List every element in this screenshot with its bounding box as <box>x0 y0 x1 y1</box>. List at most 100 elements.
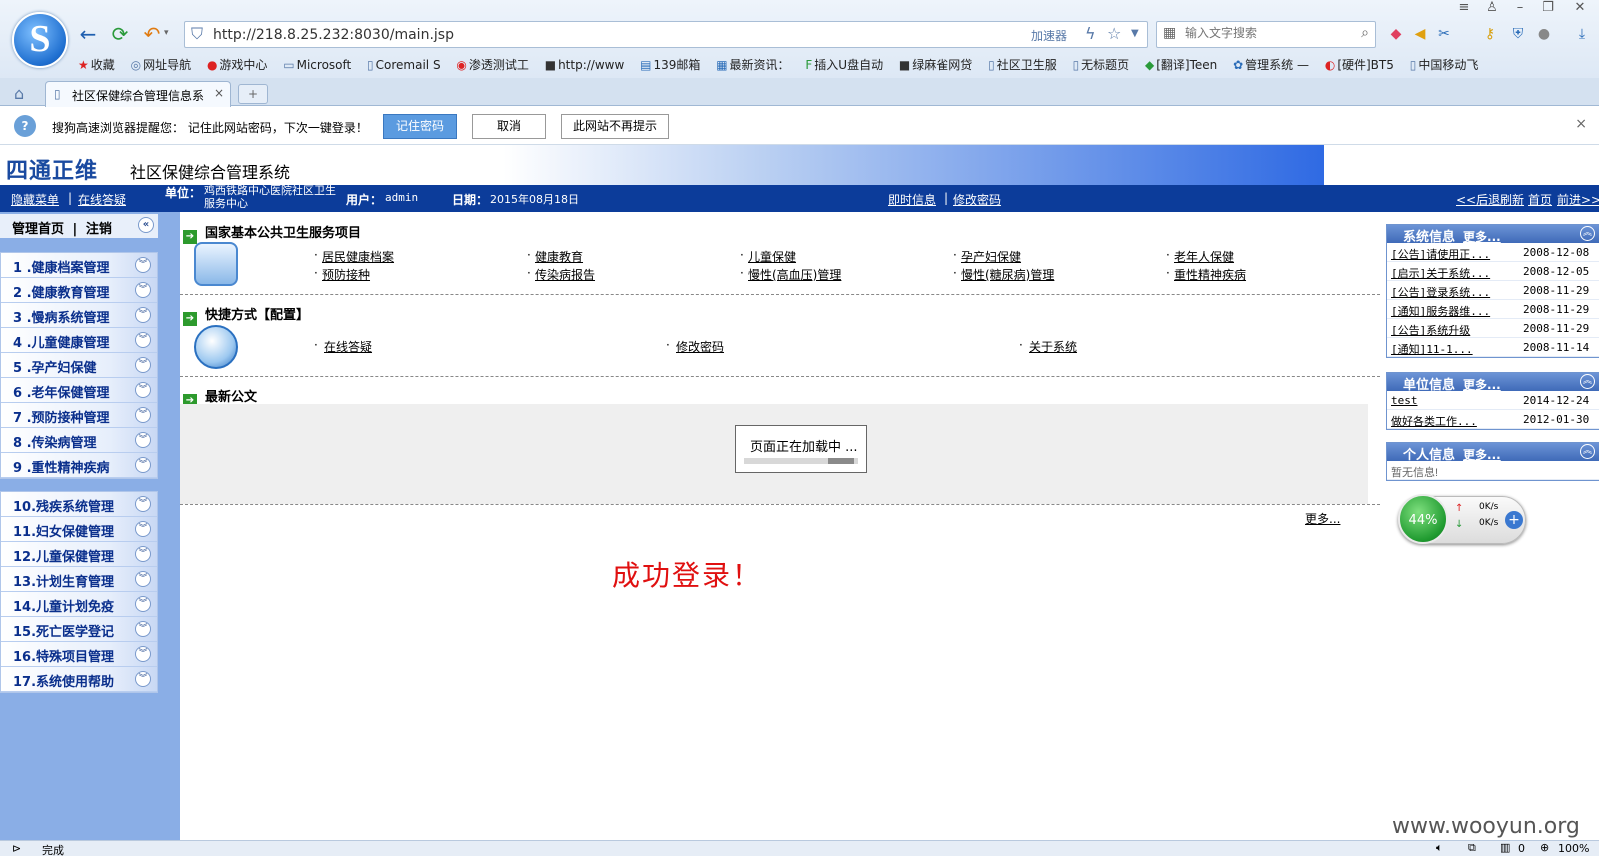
restore-icon[interactable]: ❐ <box>1534 0 1562 18</box>
url-text[interactable]: http://218.8.25.232:8030/main.jsp <box>213 27 454 43</box>
list-item[interactable]: [通知]服务器维... 2008-11-29 <box>1387 300 1599 319</box>
minimize-icon[interactable]: – <box>1506 0 1534 18</box>
change-password-link[interactable]: 修改密码 <box>953 191 1001 208</box>
service-hypertension-link[interactable]: 慢性(高血压)管理 <box>748 266 841 283</box>
shortcut-online-qa-link[interactable]: 在线答疑 <box>324 338 372 355</box>
home-menu-link[interactable]: 管理首页 <box>12 222 64 237</box>
logout-link[interactable]: 注销 <box>86 222 112 237</box>
lightning-icon[interactable]: ϟ <box>1085 24 1096 43</box>
service-child-care-link[interactable]: 儿童保健 <box>748 248 796 265</box>
never-remind-button[interactable]: 此网站不再提示 <box>561 114 669 139</box>
collapse-panel-icon[interactable]: ︽ <box>1580 444 1595 459</box>
download-icon[interactable]: ⤓ <box>1572 24 1592 44</box>
search-box[interactable]: ▦ ⌕ <box>1156 21 1376 48</box>
bookmark-item[interactable]: ▭ Microsoft <box>283 58 351 72</box>
key-icon[interactable]: ⚷ <box>1480 24 1500 44</box>
expand-widget-icon[interactable]: + <box>1505 511 1523 529</box>
list-item[interactable]: [通知]11-1... 2008-11-14 <box>1387 338 1599 357</box>
undo-icon[interactable]: ↶ <box>140 22 164 46</box>
search-engine-icon[interactable]: ▦ <box>1163 25 1176 41</box>
bookmark-item[interactable]: ★ 收藏 <box>78 56 115 73</box>
star-icon[interactable]: ☆ <box>1107 24 1121 43</box>
collapse-panel-icon[interactable]: ︽ <box>1580 226 1595 241</box>
sidebar-item-women-health[interactable]: 11.妇女保健管理 ︾ <box>1 517 157 542</box>
list-item[interactable]: 做好各类工作... 2012-01-30 <box>1387 410 1599 429</box>
list-item[interactable]: test 2014-12-24 <box>1387 391 1599 410</box>
sidebar-toggle-icon[interactable]: ⊳ <box>12 842 21 855</box>
sidebar-item-disability[interactable]: 10.残疾系统管理 ︾ <box>1 492 157 517</box>
address-dropdown-icon[interactable]: ▼ <box>1131 28 1139 39</box>
window-icon[interactable]: ⧉ <box>1468 841 1476 855</box>
personal-more-link[interactable]: 更多... <box>1463 448 1501 462</box>
tab-main[interactable]: ▯ 社区保健综合管理信息系 × <box>45 81 231 107</box>
back-link[interactable]: <<后退 <box>1456 191 1500 208</box>
sidebar-item-child-care[interactable]: 12.儿童保健管理 ︾ <box>1 542 157 567</box>
service-mental-illness-link[interactable]: 重性精神疾病 <box>1174 266 1246 283</box>
service-diabetes-link[interactable]: 慢性(糖尿病)管理 <box>961 266 1054 283</box>
accelerator-label[interactable]: 加速器 <box>1031 27 1067 44</box>
counter-icon[interactable]: ▥ <box>1500 841 1510 854</box>
service-infectious-report-link[interactable]: 传染病报告 <box>535 266 595 283</box>
home-link[interactable]: 首页 <box>1528 191 1552 208</box>
sidebar-item-death-registration[interactable]: 15.死亡医学登记 ︾ <box>1 617 157 642</box>
refresh-link[interactable]: 刷新 <box>1500 191 1524 208</box>
scissors-icon[interactable]: ✂ <box>1434 24 1454 44</box>
shield-check-icon[interactable]: ⛨ <box>1508 24 1528 44</box>
extension-icon[interactable]: ◆ <box>1386 24 1406 44</box>
collapse-sidebar-icon[interactable]: « <box>138 217 154 233</box>
sidebar-item-help[interactable]: 17.系统使用帮助 ︾ <box>1 667 157 692</box>
notification-close-icon[interactable]: × <box>1575 116 1587 132</box>
service-elderly-care-link[interactable]: 老年人保健 <box>1174 248 1234 265</box>
sidebar-item-health-records[interactable]: 1 .健康档案管理 ︾ <box>1 253 157 278</box>
zoom-level[interactable]: 100% <box>1558 842 1589 855</box>
list-item[interactable]: [启示]关于系统... 2008-12-05 <box>1387 262 1599 281</box>
hide-menu-link[interactable]: 隐藏菜单 <box>11 191 59 208</box>
list-item[interactable]: [公告]系统升级 2008-11-29 <box>1387 319 1599 338</box>
bookmark-item[interactable]: ▦ 最新资讯： <box>716 56 789 73</box>
sidebar-item-child-immunization[interactable]: 14.儿童计划免疫 ︾ <box>1 592 157 617</box>
undo-dropdown-icon[interactable]: ▾ <box>164 28 169 38</box>
instant-info-link[interactable]: 即时信息 <box>888 191 936 208</box>
bookmark-item[interactable]: ▤ 139邮箱 <box>640 56 700 73</box>
bookmark-item[interactable]: F 插入U盘自动 <box>805 56 883 73</box>
home-icon[interactable]: ⌂ <box>14 84 24 103</box>
browser-logo[interactable]: S <box>12 12 68 68</box>
list-item[interactable]: [公告]请使用正... 2008-12-08 <box>1387 243 1599 262</box>
collapse-panel-icon[interactable]: ︽ <box>1580 374 1595 389</box>
bookmark-item[interactable]: ● 游戏中心 <box>207 56 268 73</box>
cancel-button[interactable]: 取消 <box>472 114 546 139</box>
list-item[interactable]: [公告]登录系统... 2008-11-29 <box>1387 281 1599 300</box>
sidebar-item-vaccination[interactable]: 7 .预防接种管理 ︾ <box>1 403 157 428</box>
bookmark-item[interactable]: ▯ 无标题页 <box>1073 56 1130 73</box>
refresh-icon[interactable]: ⟳ <box>108 22 132 46</box>
sidebar-item-family-planning[interactable]: 13.计划生育管理 ︾ <box>1 567 157 592</box>
menu-icon[interactable]: ≡ <box>1450 0 1478 18</box>
close-window-icon[interactable]: ✕ <box>1566 0 1594 18</box>
online-qa-link[interactable]: 在线答疑 <box>78 191 126 208</box>
service-vaccination-link[interactable]: 预防接种 <box>322 266 370 283</box>
shortcut-about-link[interactable]: 关于系统 <box>1029 338 1077 355</box>
memory-usage-gauge[interactable]: 44% <box>1398 494 1448 544</box>
service-maternal-care-link[interactable]: 孕产妇保健 <box>961 248 1021 265</box>
bookmark-item[interactable]: ■ 绿麻雀网贷 <box>899 56 972 73</box>
shortcut-change-password-link[interactable]: 修改密码 <box>676 338 724 355</box>
more-icon[interactable]: ● <box>1534 24 1554 44</box>
new-tab-button[interactable]: + <box>238 84 268 104</box>
sidebar-item-health-education[interactable]: 2 .健康教育管理 ︾ <box>1 278 157 303</box>
sidebar-item-elderly-care[interactable]: 6 .老年保健管理 ︾ <box>1 378 157 403</box>
sidebar-item-chronic-disease[interactable]: 3 .慢病系统管理 ︾ <box>1 303 157 328</box>
sidebar-item-special-projects[interactable]: 16.特殊项目管理 ︾ <box>1 642 157 667</box>
remember-password-button[interactable]: 记住密码 <box>383 114 457 139</box>
bookmark-item[interactable]: ◎ 网址导航 <box>131 56 192 73</box>
bookmark-item[interactable]: ◆ [翻译]Teen <box>1145 56 1217 73</box>
sidebar-item-infectious-disease[interactable]: 8 .传染病管理 ︾ <box>1 428 157 453</box>
bookmark-item[interactable]: ▯ Coremail S <box>367 58 441 72</box>
search-input[interactable] <box>1185 26 1345 40</box>
tab-close-icon[interactable]: × <box>214 86 224 100</box>
address-bar[interactable]: ⛉ http://218.8.25.232:8030/main.jsp 加速器 … <box>184 21 1148 48</box>
zoom-icon[interactable]: ⊕ <box>1540 841 1549 854</box>
sidebar-item-child-health[interactable]: 4 .儿童健康管理 ︾ <box>1 328 157 353</box>
clip-icon[interactable]: ◀ <box>1410 24 1430 44</box>
search-icon[interactable]: ⌕ <box>1361 25 1369 41</box>
service-health-education-link[interactable]: 健康教育 <box>535 248 583 265</box>
